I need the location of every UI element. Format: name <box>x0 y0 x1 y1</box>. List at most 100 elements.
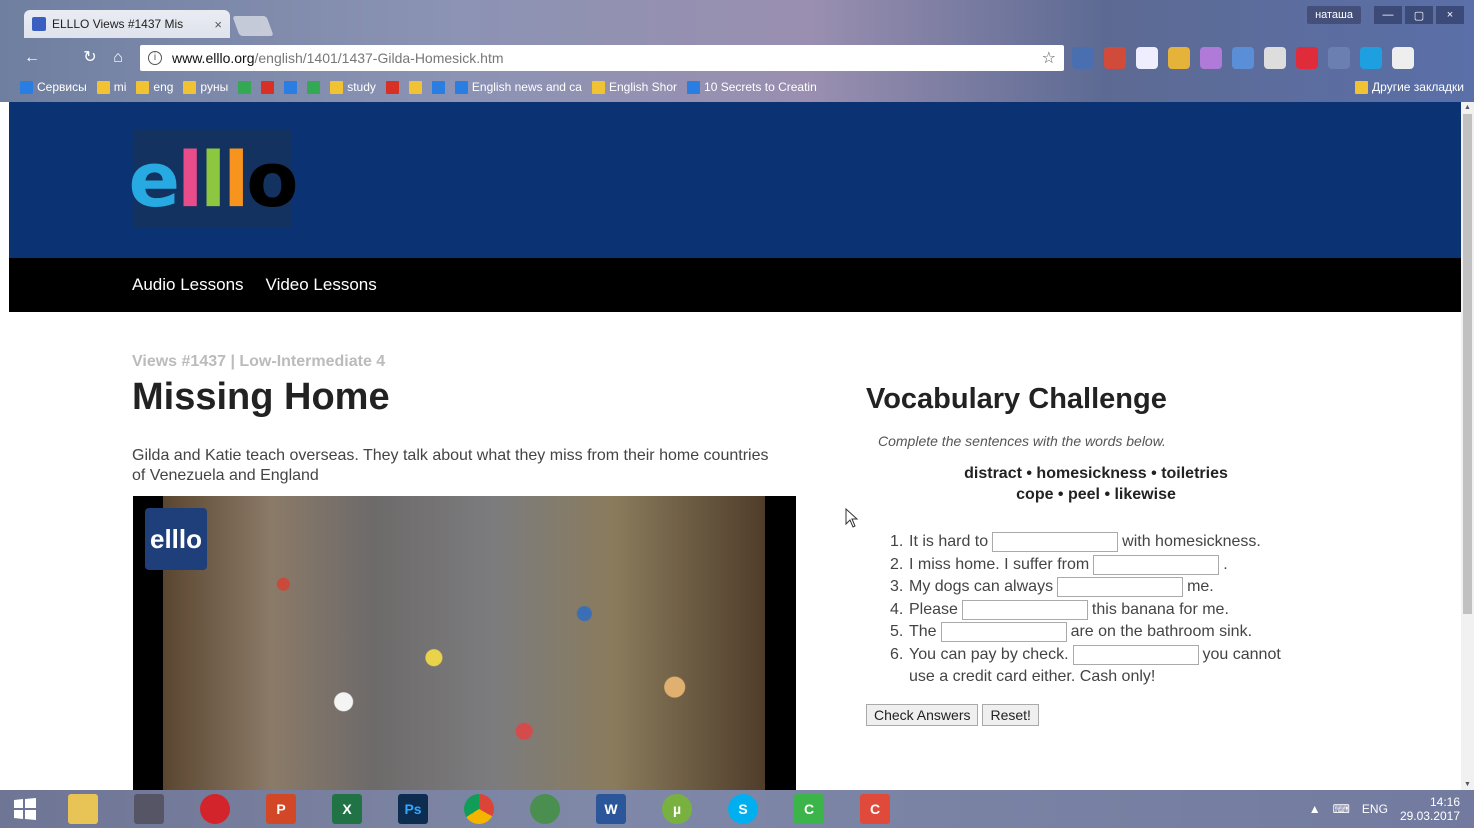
vk-icon <box>431 80 445 94</box>
answer-field-6[interactable] <box>1072 644 1199 665</box>
keyboard-icon[interactable]: ⌨ <box>1333 802 1350 816</box>
back-arrow-icon[interactable]: ← <box>22 48 42 68</box>
bookmark-item[interactable]: Сервисы <box>20 80 87 94</box>
taskbar-photoshop[interactable]: Ps <box>380 790 446 828</box>
apps-icon <box>20 80 33 94</box>
extension-icon[interactable] <box>1392 47 1414 69</box>
taskbar-word[interactable]: W <box>578 790 644 828</box>
skype-icon[interactable] <box>1360 47 1382 69</box>
answer-field-2[interactable] <box>1093 554 1220 575</box>
lesson-breadcrumb: Views #1437 | Low-Intermediate 4 <box>132 353 386 370</box>
lesson-video[interactable]: elllo <box>133 496 796 790</box>
start-button[interactable] <box>0 797 50 821</box>
bookmark-item[interactable] <box>431 80 445 94</box>
taskbar-chrome[interactable] <box>446 790 512 828</box>
taskbar-network[interactable] <box>116 790 182 828</box>
camtasia-icon: C <box>794 794 824 824</box>
pen-icon[interactable] <box>1264 47 1286 69</box>
extension-icon[interactable] <box>1168 47 1190 69</box>
extension-icon[interactable] <box>1200 47 1222 69</box>
site-info-icon[interactable]: i <box>148 51 162 65</box>
quiz-item: 6. You can pay by check. you cannot <box>890 644 1281 667</box>
home-icon[interactable]: ⌂ <box>108 48 128 68</box>
bookmark-star-icon[interactable]: ☆ <box>1042 48 1056 68</box>
site-logo[interactable]: elllo <box>129 130 298 228</box>
bookmark-item[interactable]: mi <box>96 80 126 94</box>
window-controls: наташа — ▢ × <box>1307 6 1464 24</box>
windows-taskbar: P X Ps W µ S C C ▲ ⌨ ENG 14:16 29.03.201… <box>0 790 1474 828</box>
bookmark-icon <box>261 80 275 94</box>
profile-button[interactable]: наташа <box>1307 6 1361 24</box>
taskbar-opera[interactable] <box>182 790 248 828</box>
download-icon[interactable] <box>1232 47 1254 69</box>
tab-close-icon[interactable]: × <box>214 17 222 32</box>
bookmark-item[interactable]: English news and ca <box>454 80 582 94</box>
close-window-button[interactable]: × <box>1436 6 1464 24</box>
excel-icon: X <box>332 794 362 824</box>
bookmark-item[interactable] <box>385 80 399 94</box>
answer-field-1[interactable] <box>992 532 1119 553</box>
bookmark-item[interactable] <box>238 80 252 94</box>
extension-icon[interactable] <box>1136 47 1158 69</box>
bookmark-item[interactable] <box>284 80 298 94</box>
address-bar[interactable]: i www.elllo.org/english/1401/1437-Gilda-… <box>140 45 1064 71</box>
taskbar-camtasia[interactable]: C <box>776 790 842 828</box>
clock[interactable]: 14:16 29.03.2017 <box>1400 795 1460 823</box>
taskbar-globe[interactable] <box>512 790 578 828</box>
tray-expand-icon[interactable]: ▲ <box>1309 802 1321 816</box>
camtasia-recorder-icon: C <box>860 794 890 824</box>
vocab-word-bank: distract • homesickness • toiletries cop… <box>866 463 1326 505</box>
reset-button[interactable]: Reset! <box>982 704 1039 726</box>
nav-audio-lessons[interactable]: Audio Lessons <box>132 275 244 295</box>
extension-icon[interactable] <box>1104 47 1126 69</box>
browser-tab[interactable]: ELLLO Views #1437 Mis × <box>24 10 230 38</box>
extension-icons <box>1072 47 1414 69</box>
taskbar-skype[interactable]: S <box>710 790 776 828</box>
system-tray: ▲ ⌨ ENG 14:16 29.03.2017 <box>1309 795 1474 823</box>
scroll-down-icon[interactable]: ▼ <box>1464 781 1471 788</box>
bookmark-item[interactable]: руны <box>183 80 228 94</box>
bookmark-item[interactable] <box>261 80 275 94</box>
quiz-item: 1. It is hard to with homesickness. <box>890 531 1281 554</box>
pinterest-icon[interactable] <box>1296 47 1318 69</box>
quiz-buttons: Check Answers Reset! <box>866 704 1039 726</box>
bookmark-item[interactable] <box>307 80 321 94</box>
scroll-up-icon[interactable]: ▲ <box>1464 104 1471 111</box>
quiz-item: 3. My dogs can always me. <box>890 576 1281 599</box>
site-header: elllo <box>9 102 1461 258</box>
minimize-button[interactable]: — <box>1374 6 1402 24</box>
bookmark-item[interactable]: eng <box>136 80 173 94</box>
scrollbar-thumb[interactable] <box>1463 114 1472 614</box>
answer-field-3[interactable] <box>1057 577 1184 598</box>
quiz-item: 5. The are on the bathroom sink. <box>890 621 1281 644</box>
answer-field-4[interactable] <box>961 599 1088 620</box>
page-title: Missing Home <box>132 376 390 418</box>
site-nav: Audio Lessons Video Lessons <box>9 258 1461 312</box>
taskbar-camtasia-recorder[interactable]: C <box>842 790 908 828</box>
bookmarks-bar: Сервисы mi eng руны study English news a… <box>0 76 1474 98</box>
skype-icon: S <box>728 794 758 824</box>
bookmark-icon <box>408 80 422 94</box>
opera-icon <box>200 794 230 824</box>
extension-icon[interactable] <box>1328 47 1350 69</box>
vocab-instructions: Complete the sentences with the words be… <box>878 433 1166 449</box>
new-tab-button[interactable] <box>232 16 274 36</box>
check-answers-button[interactable]: Check Answers <box>866 704 979 726</box>
language-indicator[interactable]: ENG <box>1362 802 1388 816</box>
bookmark-item[interactable]: study <box>330 80 376 94</box>
reload-icon[interactable]: ↻ <box>80 48 100 68</box>
google-icon <box>307 80 321 94</box>
maximize-button[interactable]: ▢ <box>1405 6 1433 24</box>
extension-icon[interactable] <box>1072 47 1094 69</box>
taskbar-file-explorer[interactable] <box>50 790 116 828</box>
taskbar-excel[interactable]: X <box>314 790 380 828</box>
nav-video-lessons[interactable]: Video Lessons <box>266 275 377 295</box>
taskbar-utorrent[interactable]: µ <box>644 790 710 828</box>
taskbar-powerpoint[interactable]: P <box>248 790 314 828</box>
other-bookmarks[interactable]: Другие закладки <box>1355 80 1464 94</box>
answer-field-5[interactable] <box>940 622 1067 643</box>
bookmark-item[interactable] <box>408 80 422 94</box>
bookmark-item[interactable]: English Shor <box>591 80 677 94</box>
bookmark-item[interactable]: 10 Secrets to Creatin <box>687 80 817 94</box>
page-scrollbar[interactable]: ▲ ▼ <box>1461 102 1474 790</box>
